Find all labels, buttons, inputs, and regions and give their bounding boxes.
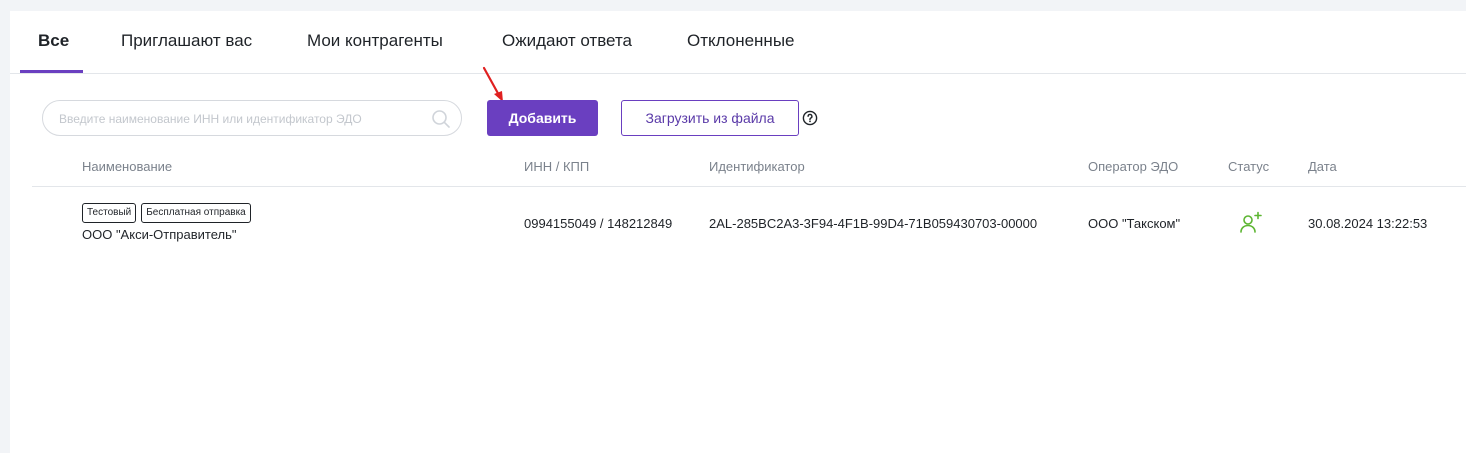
tabs-bar: Все Приглашают вас Мои контрагенты Ожида… (10, 11, 1466, 74)
user-add-icon[interactable] (1238, 211, 1264, 235)
active-tab-indicator (20, 70, 83, 73)
column-header-date[interactable]: Дата (1308, 159, 1337, 174)
column-header-name[interactable]: Наименование (82, 159, 172, 174)
tab-my-contractors[interactable]: Мои контрагенты (307, 11, 443, 73)
column-header-identifier[interactable]: Идентификатор (709, 159, 805, 174)
main-card: Все Приглашают вас Мои контрагенты Ожида… (10, 11, 1466, 453)
row-operator: ООО "Такском" (1088, 216, 1181, 231)
search-input[interactable] (57, 101, 431, 137)
table-header-divider (32, 186, 1466, 187)
tab-rejected[interactable]: Отклоненные (687, 11, 795, 73)
tab-all[interactable]: Все (38, 11, 69, 73)
column-header-status[interactable]: Статус (1228, 159, 1269, 174)
tab-invites-you[interactable]: Приглашают вас (121, 11, 252, 73)
column-header-inn-kpp[interactable]: ИНН / КПП (524, 159, 589, 174)
row-identifier: 2AL-285BC2A3-3F94-4F1B-99D4-71B059430703… (709, 216, 1038, 231)
tag-test: Тестовый (82, 203, 137, 223)
search-icon[interactable] (431, 109, 451, 129)
row-inn-kpp: 0994155049 / 148212849 (524, 216, 673, 231)
add-button[interactable]: Добавить (487, 100, 598, 136)
column-header-operator[interactable]: Оператор ЭДО (1088, 159, 1178, 174)
upload-from-file-button[interactable]: Загрузить из файла (621, 100, 799, 136)
search-box (42, 100, 462, 137)
red-arrow-icon (482, 66, 503, 102)
help-icon[interactable] (802, 110, 818, 126)
tab-awaiting-response[interactable]: Ожидают ответа (502, 11, 632, 73)
tag-free-sending: Бесплатная отправка (141, 203, 251, 223)
row-date: 30.08.2024 13:22:53 (1308, 216, 1428, 231)
row-tags: Тестовый Бесплатная отправка (82, 203, 251, 223)
row-name: ООО "Акси-Отправитель" (82, 227, 237, 242)
